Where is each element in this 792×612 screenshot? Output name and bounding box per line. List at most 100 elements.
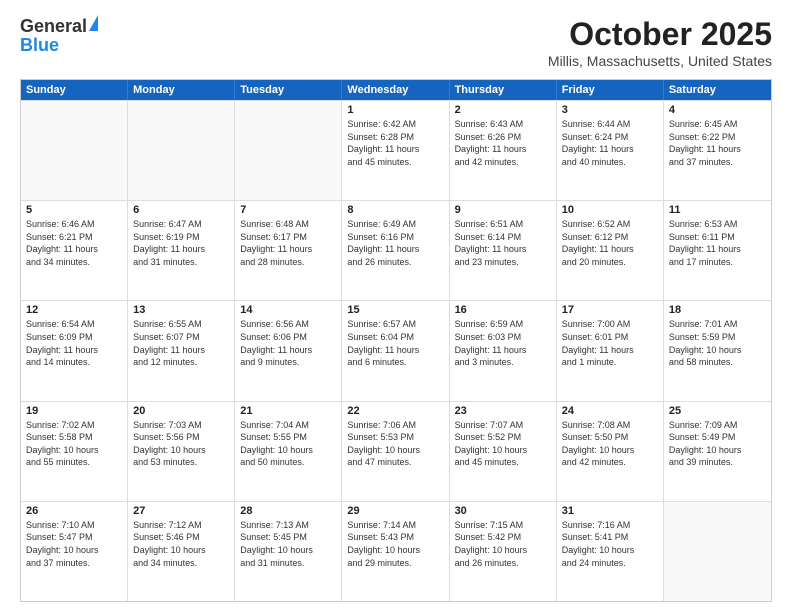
day-of-week-sunday: Sunday [21,80,128,100]
logo-wrapper: General [20,16,98,37]
calendar-row-0: 1 Sunrise: 6:42 AM Sunset: 6:28 PM Daylig… [21,100,771,200]
day-number: 10 [562,204,658,216]
cell-info: Sunrise: 6:56 AM Sunset: 6:06 PM Dayligh… [240,318,336,368]
day-cell-2: 2Sunrise: 6:43 AM Sunset: 6:26 PM Daylig… [450,101,557,200]
day-number: 22 [347,405,443,417]
day-number: 19 [26,405,122,417]
day-of-week-thursday: Thursday [450,80,557,100]
day-of-week-tuesday: Tuesday [235,80,342,100]
cell-info: Sunrise: 6:44 AM Sunset: 6:24 PM Dayligh… [562,118,658,168]
day-cell-25: 25Sunrise: 7:09 AM Sunset: 5:49 PM Dayli… [664,402,771,501]
calendar-header: SundayMondayTuesdayWednesdayThursdayFrid… [21,80,771,100]
day-cell-5: 5 Sunrise: 6:46 AM Sunset: 6:21 PM Daylig… [21,201,128,300]
day-number: 21 [240,405,336,417]
day-number: 5 [26,204,122,216]
calendar: SundayMondayTuesdayWednesdayThursdayFrid… [20,79,772,602]
cell-info: Sunrise: 7:01 AM Sunset: 5:59 PM Dayligh… [669,318,766,368]
day-number: 3 [562,104,658,116]
day-cell-13: 13Sunrise: 6:55 AM Sunset: 6:07 PM Dayli… [128,301,235,400]
cell-info: Sunrise: 7:03 AM Sunset: 5:56 PM Dayligh… [133,419,229,469]
day-cell-7: 7 Sunrise: 6:48 AM Sunset: 6:17 PM Daylig… [235,201,342,300]
day-number: 11 [669,204,766,216]
day-cell-11: 11 Sunrise: 6:53 AM Sunset: 6:11 PM Dayli… [664,201,771,300]
day-cell-3: 3 Sunrise: 6:44 AM Sunset: 6:24 PM Daylig… [557,101,664,200]
day-number: 29 [347,505,443,517]
logo: General Blue [20,16,98,56]
empty-cell [235,101,342,200]
cell-info: Sunrise: 6:45 AM Sunset: 6:22 PM Dayligh… [669,118,766,168]
day-cell-12: 12 Sunrise: 6:54 AM Sunset: 6:09 PM Dayli… [21,301,128,400]
day-number: 2 [455,104,551,116]
cell-info: Sunrise: 7:06 AM Sunset: 5:53 PM Dayligh… [347,419,443,469]
day-number: 17 [562,304,658,316]
cell-info: Sunrise: 6:53 AM Sunset: 6:11 PM Dayligh… [669,218,766,268]
day-cell-27: 27Sunrise: 7:12 AM Sunset: 5:46 PM Dayli… [128,502,235,601]
day-cell-21: 21 Sunrise: 7:04 AM Sunset: 5:55 PM Dayli… [235,402,342,501]
day-number: 26 [26,505,122,517]
day-number: 15 [347,304,443,316]
calendar-body: 1 Sunrise: 6:42 AM Sunset: 6:28 PM Daylig… [21,100,771,601]
day-cell-6: 6Sunrise: 6:47 AM Sunset: 6:19 PM Daylig… [128,201,235,300]
header: General Blue October 2025 Millis, Massac… [20,16,772,69]
day-cell-8: 8Sunrise: 6:49 AM Sunset: 6:16 PM Daylig… [342,201,449,300]
cell-info: Sunrise: 7:04 AM Sunset: 5:55 PM Dayligh… [240,419,336,469]
calendar-row-4: 26 Sunrise: 7:10 AM Sunset: 5:47 PM Dayli… [21,501,771,601]
day-cell-18: 18 Sunrise: 7:01 AM Sunset: 5:59 PM Dayli… [664,301,771,400]
day-cell-16: 16 Sunrise: 6:59 AM Sunset: 6:03 PM Dayli… [450,301,557,400]
cell-info: Sunrise: 6:59 AM Sunset: 6:03 PM Dayligh… [455,318,551,368]
day-cell-4: 4 Sunrise: 6:45 AM Sunset: 6:22 PM Daylig… [664,101,771,200]
day-cell-20: 20 Sunrise: 7:03 AM Sunset: 5:56 PM Dayli… [128,402,235,501]
page: General Blue October 2025 Millis, Massac… [0,0,792,612]
cell-info: Sunrise: 7:07 AM Sunset: 5:52 PM Dayligh… [455,419,551,469]
day-number: 12 [26,304,122,316]
cell-info: Sunrise: 7:10 AM Sunset: 5:47 PM Dayligh… [26,519,122,569]
day-number: 16 [455,304,551,316]
day-cell-19: 19 Sunrise: 7:02 AM Sunset: 5:58 PM Dayli… [21,402,128,501]
cell-info: Sunrise: 7:16 AM Sunset: 5:41 PM Dayligh… [562,519,658,569]
day-cell-1: 1 Sunrise: 6:42 AM Sunset: 6:28 PM Daylig… [342,101,449,200]
day-number: 23 [455,405,551,417]
day-number: 30 [455,505,551,517]
cell-info: Sunrise: 6:51 AM Sunset: 6:14 PM Dayligh… [455,218,551,268]
day-of-week-wednesday: Wednesday [342,80,449,100]
empty-cell [21,101,128,200]
title-block: October 2025 Millis, Massachusetts, Unit… [548,16,772,69]
cell-info: Sunrise: 6:48 AM Sunset: 6:17 PM Dayligh… [240,218,336,268]
day-cell-26: 26 Sunrise: 7:10 AM Sunset: 5:47 PM Dayli… [21,502,128,601]
day-cell-30: 30Sunrise: 7:15 AM Sunset: 5:42 PM Dayli… [450,502,557,601]
day-number: 8 [347,204,443,216]
cell-info: Sunrise: 7:00 AM Sunset: 6:01 PM Dayligh… [562,318,658,368]
day-cell-14: 14 Sunrise: 6:56 AM Sunset: 6:06 PM Dayli… [235,301,342,400]
day-of-week-monday: Monday [128,80,235,100]
logo-blue-text: Blue [20,35,59,56]
cell-info: Sunrise: 7:08 AM Sunset: 5:50 PM Dayligh… [562,419,658,469]
day-number: 9 [455,204,551,216]
day-cell-31: 31Sunrise: 7:16 AM Sunset: 5:41 PM Dayli… [557,502,664,601]
location: Millis, Massachusetts, United States [548,53,772,69]
empty-cell [664,502,771,601]
day-number: 6 [133,204,229,216]
day-number: 25 [669,405,766,417]
day-number: 20 [133,405,229,417]
cell-info: Sunrise: 7:02 AM Sunset: 5:58 PM Dayligh… [26,419,122,469]
day-number: 13 [133,304,229,316]
day-number: 14 [240,304,336,316]
day-number: 1 [347,104,443,116]
day-number: 28 [240,505,336,517]
day-cell-28: 28Sunrise: 7:13 AM Sunset: 5:45 PM Dayli… [235,502,342,601]
cell-info: Sunrise: 6:54 AM Sunset: 6:09 PM Dayligh… [26,318,122,368]
day-cell-10: 10 Sunrise: 6:52 AM Sunset: 6:12 PM Dayli… [557,201,664,300]
day-of-week-friday: Friday [557,80,664,100]
day-cell-15: 15Sunrise: 6:57 AM Sunset: 6:04 PM Dayli… [342,301,449,400]
empty-cell [128,101,235,200]
day-cell-29: 29Sunrise: 7:14 AM Sunset: 5:43 PM Dayli… [342,502,449,601]
cell-info: Sunrise: 6:42 AM Sunset: 6:28 PM Dayligh… [347,118,443,168]
day-number: 27 [133,505,229,517]
day-number: 18 [669,304,766,316]
day-cell-9: 9 Sunrise: 6:51 AM Sunset: 6:14 PM Daylig… [450,201,557,300]
cell-info: Sunrise: 6:46 AM Sunset: 6:21 PM Dayligh… [26,218,122,268]
day-number: 4 [669,104,766,116]
calendar-row-3: 19 Sunrise: 7:02 AM Sunset: 5:58 PM Dayli… [21,401,771,501]
cell-info: Sunrise: 6:52 AM Sunset: 6:12 PM Dayligh… [562,218,658,268]
day-number: 7 [240,204,336,216]
